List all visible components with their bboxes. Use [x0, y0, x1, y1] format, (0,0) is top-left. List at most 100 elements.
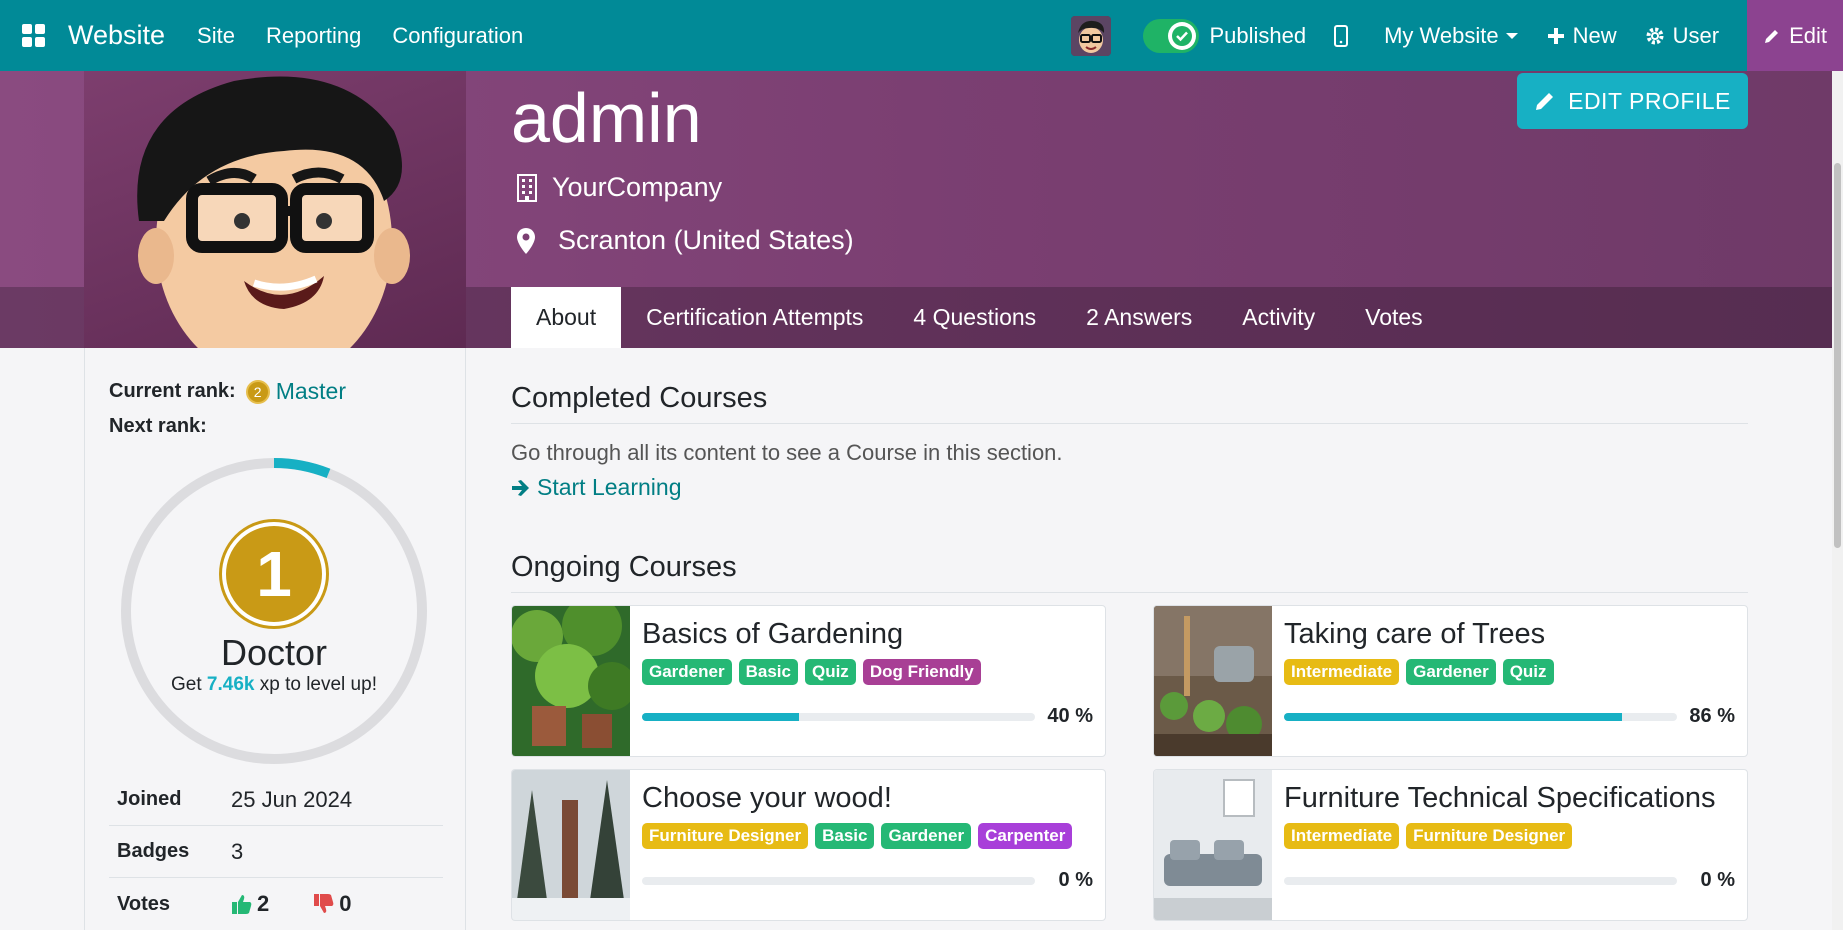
user-menu[interactable]: User [1645, 23, 1719, 49]
upvotes-count: 2 [257, 891, 270, 916]
course-tag[interactable]: Furniture Designer [642, 823, 809, 849]
apps-menu-button[interactable] [0, 0, 68, 71]
arrow-right-icon [512, 479, 529, 496]
course-tag[interactable]: Basic [815, 823, 875, 849]
app-brand[interactable]: Website [68, 20, 165, 51]
course-tag[interactable]: Intermediate [1284, 659, 1400, 685]
course-tag[interactable]: Intermediate [1284, 823, 1400, 849]
progress-percent: 40 % [1047, 705, 1093, 727]
next-rank-row: Next rank: [109, 415, 207, 438]
company-name: YourCompany [552, 172, 723, 202]
current-rank-link[interactable]: 2 Master [245, 378, 346, 405]
profile-name: admin [511, 79, 702, 157]
page-scrollbar[interactable] [1832, 71, 1843, 930]
progress-bar [1284, 876, 1677, 885]
upvotes: 2 [231, 891, 291, 917]
joined-label: Joined [117, 788, 182, 810]
stat-votes: Votes 2 0 [109, 878, 443, 930]
mobile-preview-button[interactable] [1334, 24, 1356, 47]
scrollbar-thumb[interactable] [1834, 163, 1841, 548]
course-thumbnail [1154, 606, 1272, 756]
course-tags: Furniture Designer Basic Gardener Carpen… [642, 823, 1093, 849]
published-toggle[interactable] [1143, 18, 1200, 53]
tab-answers[interactable]: 2 Answers [1061, 287, 1217, 348]
progress-bar [642, 876, 1035, 885]
tab-questions[interactable]: 4 Questions [888, 287, 1061, 348]
course-tag[interactable]: Quiz [804, 659, 856, 685]
course-tag[interactable]: Gardener [642, 659, 732, 685]
pencil-icon [1536, 93, 1554, 110]
progress-bar [1284, 712, 1677, 721]
profile-tabs: About Certification Attempts 4 Questions… [511, 287, 1448, 348]
completed-courses-title: Completed Courses [511, 382, 1748, 424]
course-progress: 0 % [642, 869, 1093, 892]
completed-empty-message: Go through all its content to see a Cour… [511, 440, 1063, 465]
profile-stats: Joined 25 Jun 2024 Badges 3 Votes 2 0 [109, 774, 443, 930]
downvotes: 0 [313, 891, 373, 917]
website-navbar: Website Site Reporting Configuration Pub… [0, 0, 1843, 71]
course-progress: 0 % [1284, 869, 1735, 892]
edit-profile-button[interactable]: EDIT PROFILE [1517, 73, 1748, 129]
course-tag[interactable]: Furniture Designer [1406, 823, 1573, 849]
course-title[interactable]: Furniture Technical Specifications [1284, 782, 1735, 815]
location-name: Scranton (United States) [558, 225, 854, 255]
progress-percent: 0 % [1700, 869, 1735, 891]
website-selector[interactable]: My Website [1384, 23, 1519, 49]
next-rank-card: 1 Doctor Get 7.46k xp to level up! [119, 456, 429, 766]
tab-activity[interactable]: Activity [1217, 287, 1340, 348]
course-tag[interactable]: Carpenter [978, 823, 1073, 849]
course-thumbnail [512, 606, 630, 756]
course-progress: 86 % [1284, 705, 1735, 728]
course-card[interactable]: Furniture Technical Specifications Inter… [1153, 769, 1748, 921]
xp-suffix: xp to level up! [259, 674, 377, 695]
menu-configuration[interactable]: Configuration [392, 23, 523, 49]
course-tags: Intermediate Gardener Quiz [1284, 659, 1735, 685]
next-rank-label: Next rank: [109, 415, 207, 437]
course-thumbnail [1154, 770, 1272, 920]
downvotes-count: 0 [339, 891, 352, 916]
tab-certification-attempts[interactable]: Certification Attempts [621, 287, 888, 348]
xp-value: 7.46k [206, 674, 255, 695]
new-button[interactable]: New [1547, 23, 1617, 49]
votes-label: Votes [117, 892, 170, 915]
course-card[interactable]: Taking care of Trees Intermediate Garden… [1153, 605, 1748, 757]
course-tag[interactable]: Dog Friendly [862, 659, 981, 685]
avatar-face-icon [1071, 15, 1112, 56]
course-card[interactable]: Choose your wood! Furniture Designer Bas… [511, 769, 1106, 921]
tab-about[interactable]: About [511, 287, 622, 348]
plus-icon [1547, 27, 1564, 44]
current-rank-value: Master [275, 378, 346, 404]
edit-button[interactable]: Edit [1747, 0, 1843, 71]
joined-value: 25 Jun 2024 [231, 786, 353, 812]
course-card[interactable]: Basics of Gardening Gardener Basic Quiz … [511, 605, 1106, 757]
course-tags: Gardener Basic Quiz Dog Friendly [642, 659, 1093, 685]
caret-down-icon [1505, 32, 1518, 39]
cartoon-avatar-icon [137, 76, 410, 348]
course-tag[interactable]: Basic [738, 659, 798, 685]
course-tag[interactable]: Gardener [881, 823, 972, 849]
user-avatar[interactable] [1071, 15, 1112, 56]
thumbs-up-icon [232, 895, 252, 914]
stat-joined: Joined 25 Jun 2024 [109, 774, 443, 826]
menu-site[interactable]: Site [197, 23, 235, 49]
course-tag[interactable]: Quiz [1502, 659, 1554, 685]
course-title[interactable]: Taking care of Trees [1284, 618, 1735, 651]
profile-company: YourCompany [516, 172, 722, 203]
course-tag[interactable]: Gardener [1406, 659, 1496, 685]
course-progress: 40 % [642, 705, 1093, 728]
votes-value: 2 0 [231, 891, 396, 917]
published-label[interactable]: Published [1209, 23, 1306, 49]
menu-reporting[interactable]: Reporting [266, 23, 361, 49]
tab-votes[interactable]: Votes [1340, 287, 1448, 348]
edit-profile-label: EDIT PROFILE [1568, 87, 1731, 114]
grid-icon [22, 23, 45, 47]
course-title[interactable]: Choose your wood! [642, 782, 1093, 815]
edit-label: Edit [1789, 22, 1827, 48]
building-icon [517, 173, 537, 202]
website-selector-label: My Website [1384, 22, 1499, 48]
course-title[interactable]: Basics of Gardening [642, 618, 1093, 651]
start-learning-link[interactable]: Start Learning [511, 474, 1748, 501]
profile-location: Scranton (United States) [516, 225, 854, 256]
xp-message: Get 7.46k xp to level up! [169, 674, 379, 695]
profile-sidebar: Current rank: 2 Master Next rank: 1 Doct… [84, 348, 466, 930]
